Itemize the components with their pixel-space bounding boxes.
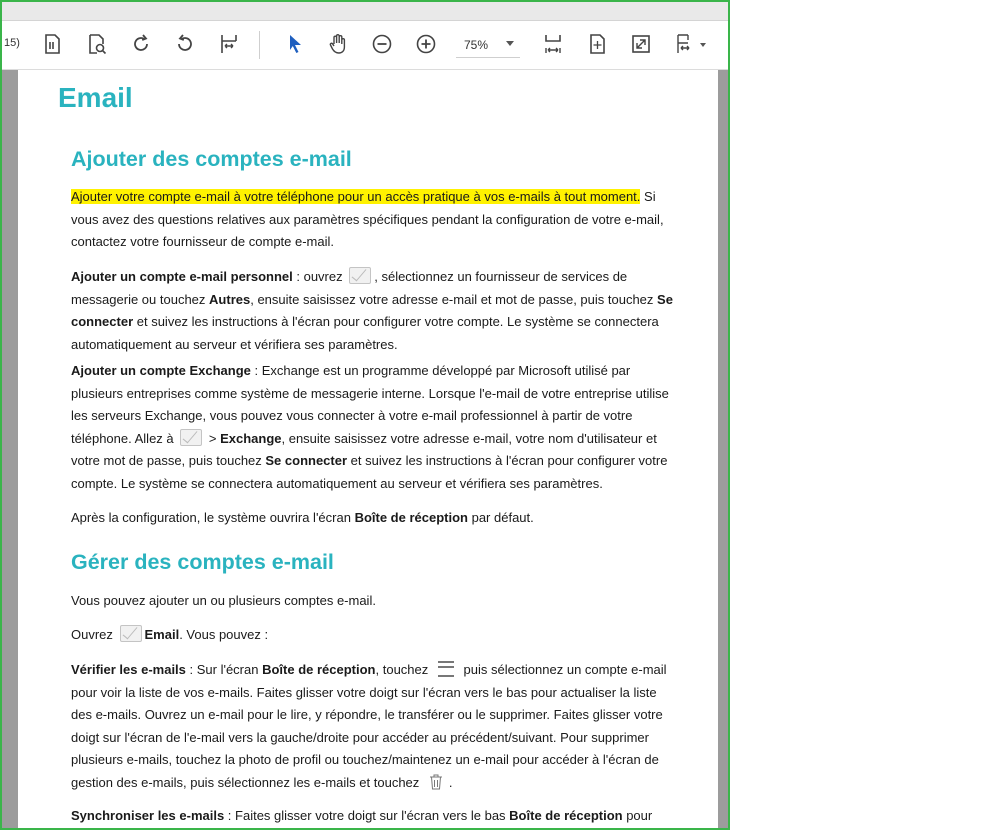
paragraph-sync-emails: Synchroniser les e-mails : Faites glisse… — [71, 808, 653, 823]
trash-icon — [429, 774, 442, 789]
rotate-counterclockwise-icon[interactable] — [172, 31, 198, 57]
paragraph-open-email: Ouvrez Email. Vous pouvez : — [71, 625, 269, 642]
zoom-in-icon[interactable] — [413, 31, 439, 57]
email-app-icon — [180, 428, 203, 446]
paragraph-add-multiple: Vous pouvez ajouter un ou plusieurs comp… — [71, 593, 376, 608]
document-viewport[interactable]: Email Ajouter des comptes e-mail Ajouter… — [2, 70, 728, 828]
toolbar-separator — [259, 31, 260, 59]
fullscreen-icon[interactable] — [628, 31, 654, 57]
email-app-icon — [119, 625, 142, 642]
find-page-icon[interactable] — [84, 31, 110, 57]
paragraph-exchange-account: Ajouter un compte Exchange : Exchange es… — [71, 363, 669, 491]
paragraph-check-emails: Vérifier les e-mails : Sur l'écran Boîte… — [71, 661, 667, 790]
page-count-label: 15) — [4, 37, 20, 49]
layout-dropdown-icon[interactable] — [700, 43, 706, 47]
zoom-value: 75% — [464, 38, 489, 52]
section-heading-manage-accounts: Gérer des comptes e-mail — [71, 550, 334, 574]
paragraph-intro: Ajouter votre compte e-mail à votre télé… — [71, 189, 664, 249]
page-layout-icon[interactable] — [672, 31, 698, 57]
zoom-out-icon[interactable] — [369, 31, 395, 57]
page-title: Email — [58, 82, 133, 113]
email-app-icon — [349, 267, 372, 284]
title-strip — [2, 2, 728, 21]
toolbar: 15) 75% — [2, 21, 728, 70]
highlighted-text: Ajouter votre compte e-mail à votre télé… — [71, 189, 641, 204]
page-number-icon[interactable] — [39, 31, 65, 57]
section-heading-add-accounts: Ajouter des comptes e-mail — [71, 147, 352, 171]
paragraph-after-setup: Après la configuration, le système ouvri… — [71, 510, 534, 525]
document-page: Email Ajouter des comptes e-mail Ajouter… — [18, 70, 718, 828]
paragraph-personal-account: Ajouter un compte e-mail personnel : ouv… — [71, 267, 673, 352]
fit-page-width-icon[interactable] — [540, 31, 566, 57]
select-cursor-icon[interactable] — [282, 31, 308, 57]
menu-icon — [437, 661, 454, 677]
hand-tool-icon[interactable] — [325, 31, 351, 57]
chevron-down-icon — [506, 41, 514, 46]
pdf-viewer-window: 15) 75% Email Ajouter des comptes e-mail… — [0, 0, 730, 830]
fit-width-icon[interactable] — [216, 31, 242, 57]
rotate-clockwise-icon[interactable] — [128, 31, 154, 57]
fit-page-icon[interactable] — [584, 31, 610, 57]
zoom-select[interactable]: 75% — [456, 33, 520, 58]
